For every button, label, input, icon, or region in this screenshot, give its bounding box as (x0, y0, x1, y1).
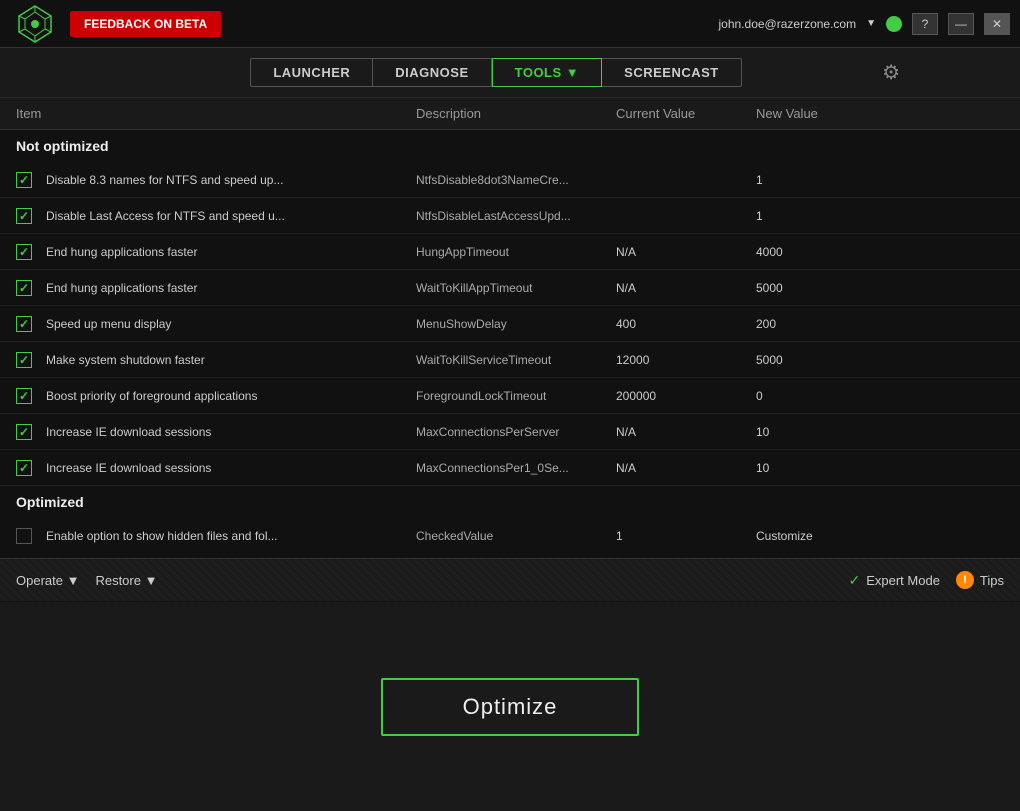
expert-mode-label: Expert Mode (866, 573, 940, 588)
row-item: Disable Last Access for NTFS and speed u… (46, 209, 416, 223)
row-item: Increase IE download sessions (46, 461, 416, 475)
expert-mode-toggle[interactable]: ✓ Expert Mode (848, 572, 939, 589)
optimize-button[interactable]: Optimize (381, 678, 640, 736)
row-checkbox[interactable] (16, 424, 32, 440)
row-item: Disable 8.3 names for NTFS and speed up.… (46, 173, 416, 187)
user-email: john.doe@razerzone.com (719, 17, 857, 31)
row-current: 200000 (616, 389, 756, 403)
row-current: N/A (616, 281, 756, 295)
optimize-area: Optimize (0, 602, 1020, 811)
table-header: Item Description Current Value New Value (0, 98, 1020, 130)
tab-launcher[interactable]: LAUNCHER (250, 58, 373, 87)
section-optimized: Optimized (0, 486, 1020, 518)
row-new-val: 0 (756, 389, 896, 403)
email-dropdown-icon[interactable]: ▼ (866, 18, 876, 29)
table-row: Boost priority of foreground application… (0, 378, 1020, 414)
row-desc: ForegroundLockTimeout (416, 389, 616, 403)
row-checkbox[interactable] (16, 528, 32, 544)
tips-icon: ! (956, 571, 974, 589)
row-new-val: 10 (756, 461, 896, 475)
row-current: N/A (616, 425, 756, 439)
table-row: End hung applications faster WaitToKillA… (0, 270, 1020, 306)
col-current-value: Current Value (616, 106, 756, 121)
row-desc: HungAppTimeout (416, 245, 616, 259)
col-new-value: New Value (756, 106, 896, 121)
table-row: End hung applications faster HungAppTime… (0, 234, 1020, 270)
col-item: Item (16, 106, 416, 121)
feedback-button[interactable]: FEEDBACK ON BETA (70, 11, 221, 37)
operate-button[interactable]: Operate ▼ (16, 573, 79, 588)
table-row: Speed up menu display MenuShowDelay 400 … (0, 306, 1020, 342)
row-new-val: 5000 (756, 353, 896, 367)
row-checkbox[interactable] (16, 244, 32, 260)
table-content: Not optimized Disable 8.3 names for NTFS… (0, 130, 1020, 550)
row-item: Speed up menu display (46, 317, 416, 331)
row-checkbox[interactable] (16, 352, 32, 368)
tips-label: Tips (980, 573, 1004, 588)
expert-mode-check-icon: ✓ (848, 572, 860, 589)
row-new-val: 1 (756, 209, 896, 223)
row-checkbox[interactable] (16, 316, 32, 332)
row-current: N/A (616, 245, 756, 259)
tips-button[interactable]: ! Tips (956, 571, 1004, 589)
row-current: N/A (616, 461, 756, 475)
table-row: Disable 8.3 names for NTFS and speed up.… (0, 162, 1020, 198)
row-checkbox[interactable] (16, 208, 32, 224)
help-button[interactable]: ? (912, 13, 938, 35)
row-desc: WaitToKillAppTimeout (416, 281, 616, 295)
restore-button[interactable]: Restore ▼ (95, 573, 157, 588)
table-area: Item Description Current Value New Value… (0, 98, 1020, 558)
row-desc: MenuShowDelay (416, 317, 616, 331)
close-button[interactable]: ✕ (984, 13, 1010, 35)
row-desc: NtfsDisable8dot3NameCre... (416, 173, 616, 187)
row-checkbox[interactable] (16, 460, 32, 476)
row-desc: MaxConnectionsPerServer (416, 425, 616, 439)
row-checkbox[interactable] (16, 280, 32, 296)
title-bar-right: john.doe@razerzone.com ▼ ? — ✕ (719, 13, 1011, 35)
row-desc: NtfsDisableLastAccessUpd... (416, 209, 616, 223)
row-checkbox[interactable] (16, 172, 32, 188)
row-desc: CheckedValue (416, 529, 616, 543)
title-bar: FEEDBACK ON BETA john.doe@razerzone.com … (0, 0, 1020, 48)
row-new-val: 200 (756, 317, 896, 331)
nav-tabs-group: LAUNCHER DIAGNOSE TOOLS ▼ SCREENCAST (110, 58, 882, 87)
col-description: Description (416, 106, 616, 121)
minimize-button[interactable]: — (948, 13, 974, 35)
row-item: End hung applications faster (46, 281, 416, 295)
table-row: Make system shutdown faster WaitToKillSe… (0, 342, 1020, 378)
row-checkbox[interactable] (16, 388, 32, 404)
tab-screencast[interactable]: SCREENCAST (602, 58, 742, 87)
tab-diagnose[interactable]: DIAGNOSE (373, 58, 491, 87)
toolbar-right: ✓ Expert Mode ! Tips (848, 571, 1004, 589)
row-item: Make system shutdown faster (46, 353, 416, 367)
table-row: Increase IE download sessions MaxConnect… (0, 450, 1020, 486)
row-desc: WaitToKillServiceTimeout (416, 353, 616, 367)
row-current: 12000 (616, 353, 756, 367)
nav-bar: LAUNCHER DIAGNOSE TOOLS ▼ SCREENCAST ⚙ (0, 48, 1020, 98)
row-current: 1 (616, 529, 756, 543)
settings-icon[interactable]: ⚙ (882, 60, 900, 85)
row-new-val: 4000 (756, 245, 896, 259)
bottom-toolbar: Operate ▼ Restore ▼ ✓ Expert Mode ! Tips (0, 558, 1020, 602)
tab-tools[interactable]: TOOLS ▼ (492, 58, 603, 87)
row-new-val: 5000 (756, 281, 896, 295)
table-row: Increase IE download sessions MaxConnect… (0, 414, 1020, 450)
row-new-val: 1 (756, 173, 896, 187)
razer-logo (10, 1, 60, 46)
row-current: 400 (616, 317, 756, 331)
row-item: End hung applications faster (46, 245, 416, 259)
row-item: Enable option to show hidden files and f… (46, 529, 416, 543)
table-row: Enable option to show hidden files and f… (0, 518, 1020, 550)
row-new-val: 10 (756, 425, 896, 439)
table-row: Disable Last Access for NTFS and speed u… (0, 198, 1020, 234)
row-new-val: Customize (756, 529, 896, 543)
status-dot (886, 16, 902, 32)
section-not-optimized: Not optimized (0, 130, 1020, 162)
row-item: Boost priority of foreground application… (46, 389, 416, 403)
row-desc: MaxConnectionsPer1_0Se... (416, 461, 616, 475)
row-item: Increase IE download sessions (46, 425, 416, 439)
